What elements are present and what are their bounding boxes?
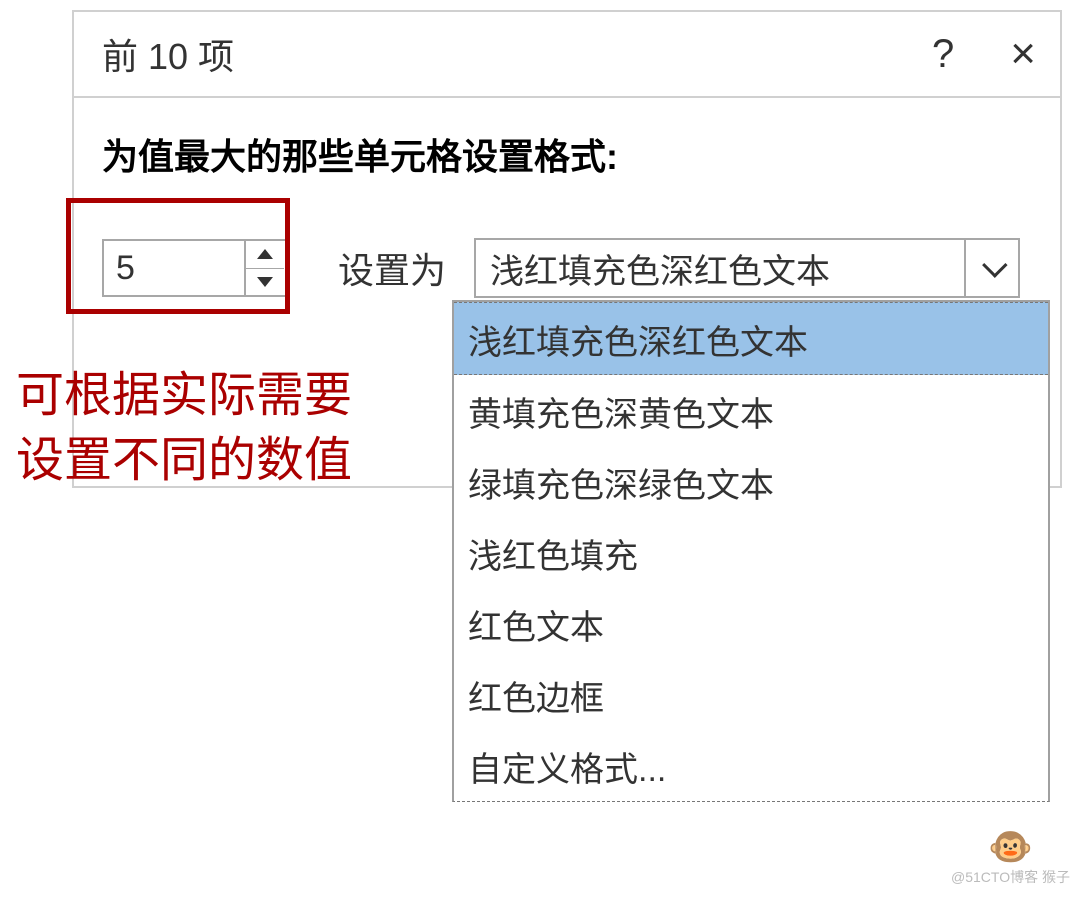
- dropdown-option[interactable]: 绿填充色深绿色文本: [454, 446, 1048, 517]
- caret-up-icon: [257, 249, 273, 259]
- format-dropdown: 浅红填充色深红色文本 黄填充色深黄色文本 绿填充色深绿色文本 浅红色填充 红色文…: [452, 300, 1050, 802]
- dropdown-option[interactable]: 红色边框: [454, 659, 1048, 730]
- watermark: 🐵 @51CTO博客 猴子: [951, 829, 1070, 887]
- dropdown-option[interactable]: 浅红填充色深红色文本: [454, 302, 1048, 375]
- count-spinner: [102, 239, 288, 297]
- caret-down-icon: [257, 277, 273, 287]
- spinner-up-button[interactable]: [246, 241, 284, 269]
- title-controls: ? ×: [932, 32, 1036, 76]
- dialog-body: 为值最大的那些单元格设置格式: 设置为: [74, 98, 1060, 298]
- annotation-line2: 设置不同的数值: [16, 429, 352, 494]
- dropdown-option[interactable]: 自定义格式...: [454, 730, 1048, 801]
- annotation-text: 可根据实际需要 设置不同的数值: [16, 364, 352, 494]
- combo-toggle-button[interactable]: [964, 240, 1018, 296]
- dropdown-option[interactable]: 浅红色填充: [454, 517, 1048, 588]
- dialog-titlebar: 前 10 项 ? ×: [74, 12, 1060, 98]
- watermark-text: @51CTO博客 猴子: [951, 867, 1070, 887]
- control-row: 设置为: [102, 238, 1032, 298]
- dialog-title: 前 10 项: [102, 28, 932, 80]
- dialog-instruction: 为值最大的那些单元格设置格式:: [102, 128, 1032, 180]
- format-field[interactable]: [476, 240, 964, 296]
- monkey-icon: 🐵: [988, 829, 1033, 865]
- spinner-buttons: [244, 241, 284, 295]
- chevron-down-icon: [982, 252, 1007, 277]
- dropdown-option[interactable]: 红色文本: [454, 588, 1048, 659]
- help-icon[interactable]: ?: [932, 34, 954, 74]
- annotation-line1: 可根据实际需要: [16, 364, 352, 429]
- set-to-label: 设置为: [338, 242, 446, 294]
- format-combobox[interactable]: [474, 238, 1020, 298]
- dropdown-option[interactable]: 黄填充色深黄色文本: [454, 375, 1048, 446]
- count-input[interactable]: [104, 241, 244, 295]
- spinner-down-button[interactable]: [246, 269, 284, 296]
- close-icon[interactable]: ×: [1010, 32, 1036, 76]
